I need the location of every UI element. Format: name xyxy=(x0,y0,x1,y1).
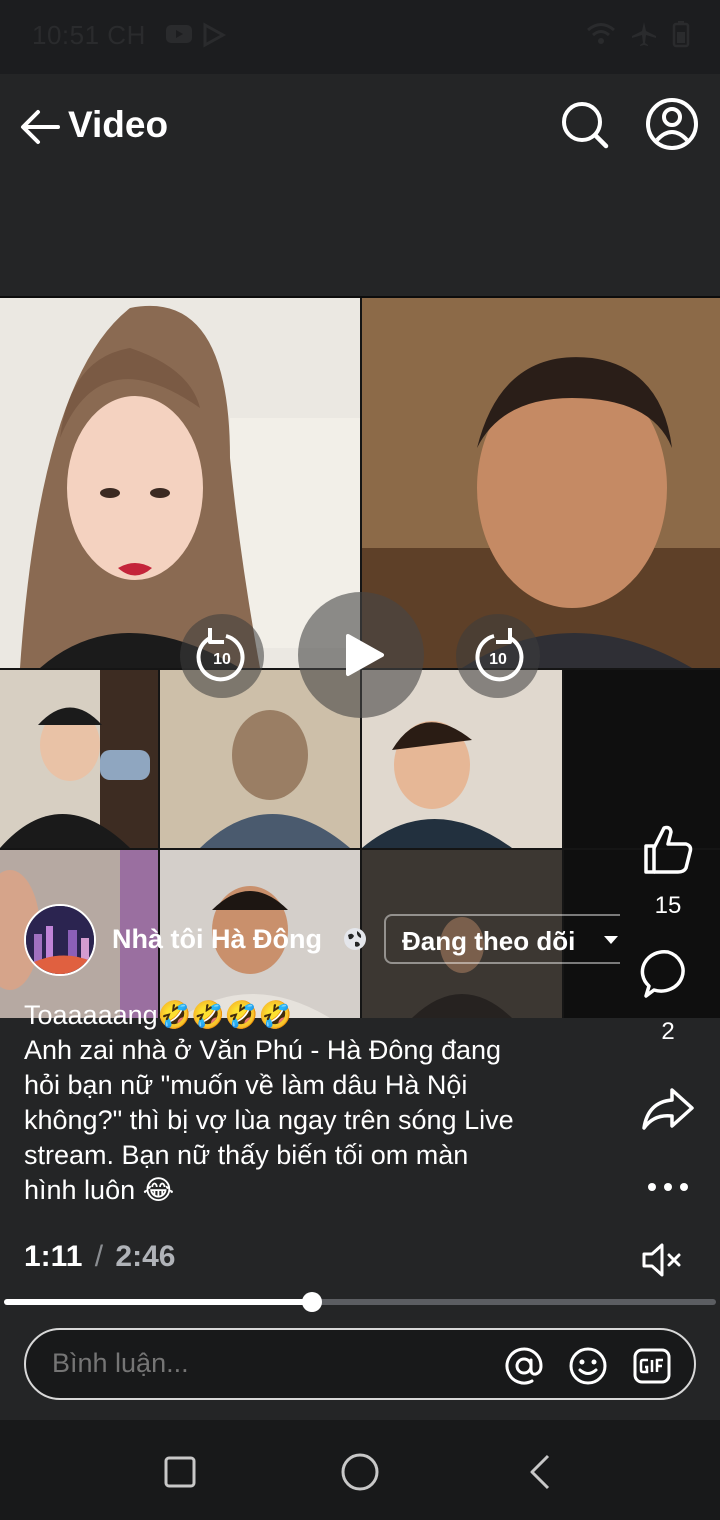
time-separator: / xyxy=(94,1240,104,1273)
avatar[interactable] xyxy=(24,904,96,976)
caption-line: stream. Bạn nữ thấy biến tối om màn xyxy=(24,1140,469,1170)
app-bar: Video xyxy=(0,74,720,298)
share-arrow-icon xyxy=(642,1088,694,1130)
current-time: 1:11 xyxy=(24,1240,83,1273)
caption-line: Toaaaaang🤣🤣🤣🤣 xyxy=(24,1000,293,1030)
smiley-icon xyxy=(569,1347,607,1385)
forward-label: 10 xyxy=(489,651,507,668)
share-button[interactable] xyxy=(640,1080,696,1136)
comment-box xyxy=(24,1328,696,1400)
airplane-mode-icon xyxy=(632,22,656,46)
status-notification-icons xyxy=(165,22,227,48)
gif-button[interactable] xyxy=(632,1346,672,1386)
status-time: 10:51 CH xyxy=(32,20,146,50)
speaker-muted-icon xyxy=(642,1243,681,1277)
playback-time: 1:11 / 2:46 xyxy=(24,1240,175,1274)
caption-line: không?" thì bị vợ lùa ngay trên sóng Liv… xyxy=(24,1105,514,1135)
author-row: Nhà tôi Hà Đông Đang theo dõi xyxy=(24,904,620,978)
progress-thumb[interactable] xyxy=(302,1292,323,1312)
city-night-avatar-image xyxy=(26,906,94,974)
caption-line: hỏi bạn nữ "muốn về làm dâu Hà Nội xyxy=(24,1070,468,1100)
globe-icon xyxy=(344,928,366,950)
home-button[interactable] xyxy=(340,1452,380,1492)
more-dots-icon xyxy=(648,1183,688,1191)
system-nav-bar xyxy=(0,1420,720,1520)
status-bar: 10:51 CH xyxy=(0,0,720,74)
total-time: 2:46 xyxy=(115,1240,176,1273)
chevron-down-icon xyxy=(604,936,618,944)
comment-bubble-icon xyxy=(640,949,685,998)
following-button[interactable]: Đang theo dõi xyxy=(384,914,620,964)
mention-button[interactable] xyxy=(504,1346,544,1386)
circle-icon xyxy=(341,1453,379,1491)
play-store-notification-icon xyxy=(203,22,227,48)
forward-10-button[interactable]: 10 xyxy=(456,614,540,698)
more-options-button[interactable] xyxy=(640,1158,696,1214)
caption-line: Anh zai nhà ở Văn Phú - Hà Đông đang xyxy=(24,1035,502,1065)
page-title: Video xyxy=(68,104,169,145)
rewind-icon: 10 xyxy=(196,628,245,682)
author-name[interactable]: Nhà tôi Hà Đông xyxy=(112,924,322,955)
status-system-icons xyxy=(586,20,690,48)
at-sign-icon xyxy=(505,1347,543,1385)
like-button[interactable] xyxy=(640,822,696,878)
wifi-icon xyxy=(587,23,615,44)
recent-apps-button[interactable] xyxy=(164,1456,196,1488)
person-silhouette xyxy=(0,670,158,848)
post-caption[interactable]: Toaaaaang🤣🤣🤣🤣 Anh zai nhà ở Văn Phú - Hà… xyxy=(24,998,604,1208)
progress-slider[interactable] xyxy=(4,1292,716,1312)
chevron-left-icon xyxy=(530,1454,550,1490)
comment-count: 2 xyxy=(661,1018,675,1045)
play-icon xyxy=(346,634,384,676)
emoji-button[interactable] xyxy=(568,1346,608,1386)
battery-icon xyxy=(672,21,690,48)
forward-icon: 10 xyxy=(475,628,524,682)
play-button[interactable] xyxy=(298,592,424,718)
comment-input[interactable] xyxy=(52,1348,492,1379)
back-button[interactable] xyxy=(18,104,64,150)
progress-fill xyxy=(4,1299,313,1305)
youtube-notification-icon xyxy=(166,25,192,43)
square-icon xyxy=(164,1456,196,1488)
profile-icon xyxy=(646,98,698,150)
following-label: Đang theo dõi xyxy=(402,926,576,956)
system-back-button[interactable] xyxy=(526,1454,554,1490)
video-tile-cap-man xyxy=(0,670,158,848)
mute-button[interactable] xyxy=(640,1240,684,1280)
search-icon xyxy=(562,102,609,149)
comment-button[interactable] xyxy=(640,946,696,1002)
thumbs-up-icon xyxy=(644,825,693,874)
caption-line: hình luôn 😂 xyxy=(24,1175,175,1205)
gif-icon xyxy=(633,1348,671,1384)
rewind-label: 10 xyxy=(213,651,231,668)
rewind-10-button[interactable]: 10 xyxy=(180,614,264,698)
like-count: 15 xyxy=(654,892,682,919)
arrow-left-icon xyxy=(21,110,60,144)
profile-button[interactable] xyxy=(644,96,700,152)
search-button[interactable] xyxy=(558,98,610,150)
